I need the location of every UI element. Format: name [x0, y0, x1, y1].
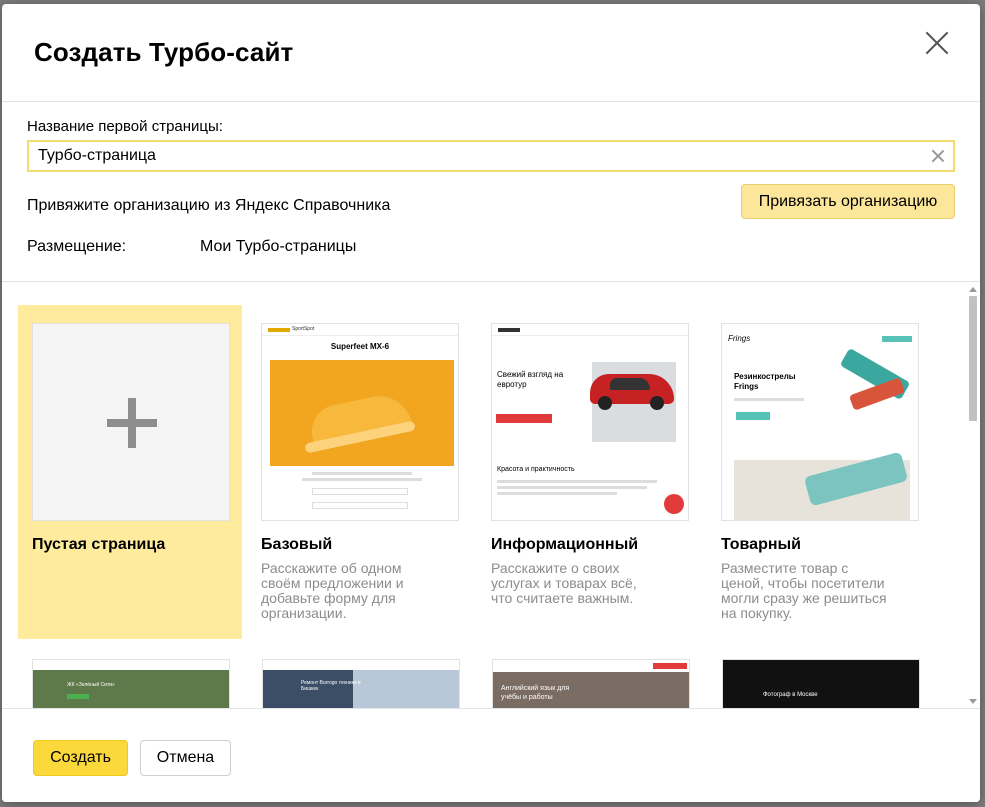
- preview-heading: Фотограф в Москве: [763, 692, 818, 698]
- dialog-form: Название первой страницы: Привяжите орга…: [2, 102, 980, 282]
- preview-heading: Английский язык для учёбы и работы: [501, 685, 570, 701]
- placement-value[interactable]: Мои Турбо-страницы: [200, 238, 356, 256]
- preview-header: SportSpot: [262, 324, 458, 336]
- preview-header: [263, 660, 459, 670]
- preview-header: [33, 660, 229, 670]
- template-card-blank[interactable]: Пустая страница: [18, 305, 242, 639]
- scrollbar-thumb[interactable]: [969, 296, 977, 421]
- preview-header: [722, 324, 918, 336]
- preview-cta: [496, 414, 552, 423]
- template-description: Расскажите об одном своём предложении и …: [261, 560, 404, 621]
- page-name-label: Название первой страницы:: [27, 118, 223, 135]
- create-turbo-site-dialog: Создать Турбо-сайт Название первой стран…: [2, 4, 980, 802]
- template-card-basic[interactable]: SportSpot Superfeet MX-6 Базовый Расскаж…: [247, 305, 471, 639]
- template-gallery[interactable]: Пустая страница SportSpot Superfeet MX-6: [2, 283, 980, 708]
- template-thumbnail: [32, 323, 230, 521]
- template-card-goods[interactable]: Frings Резинкострелы Frings Товарный Раз…: [707, 305, 931, 639]
- page-name-input[interactable]: [29, 142, 919, 170]
- preview-text-line: [312, 472, 412, 475]
- preview-text-line: [302, 478, 422, 481]
- template-thumbnail: SportSpot Superfeet MX-6: [261, 323, 459, 521]
- scroll-down-arrow-icon[interactable]: [969, 699, 977, 704]
- preview-car-wheel: [650, 396, 664, 410]
- preview-car-wheel: [598, 396, 612, 410]
- preview-cta: [67, 694, 89, 699]
- placement-label: Размещение:: [27, 238, 127, 255]
- scroll-up-arrow-icon[interactable]: [969, 287, 977, 292]
- preview-image: [270, 360, 454, 466]
- preview-form-field: [312, 488, 408, 495]
- preview-form-field: [312, 502, 408, 509]
- template-description: Разместите товар с ценой, чтобы посетите…: [721, 560, 887, 621]
- template-thumbnail-row2[interactable]: Английский язык для учёбы и работы: [492, 659, 690, 708]
- preview-text-line: [497, 492, 617, 495]
- preview-text-line: [497, 480, 657, 483]
- preview-text-line: [497, 486, 647, 489]
- template-title: Пустая страница: [32, 536, 166, 553]
- template-description: Расскажите о своих услугах и товарах всё…: [491, 560, 637, 606]
- template-title: Информационный: [491, 536, 639, 553]
- gallery-scrollbar[interactable]: [966, 283, 980, 708]
- create-button[interactable]: Создать: [33, 740, 128, 776]
- template-thumbnail: Свежий взгляд на евротур Красота и практ…: [491, 323, 689, 521]
- preview-heading: Резинкострелы Frings: [734, 372, 796, 391]
- preview-car-glass: [610, 378, 650, 390]
- link-organization-button[interactable]: Привязать организацию: [741, 184, 955, 219]
- preview-header-button: [653, 663, 687, 669]
- page-name-field: [27, 140, 955, 172]
- preview-heading: Superfeet MX-6: [330, 342, 390, 351]
- preview-logo: [268, 328, 290, 332]
- preview-header: [492, 324, 688, 336]
- clear-input-icon[interactable]: [931, 149, 945, 163]
- preview-section-title: Красота и практичность: [497, 466, 575, 473]
- preview-brand: SportSpot: [292, 326, 315, 332]
- dialog-header: Создать Турбо-сайт: [2, 4, 980, 102]
- plus-icon: [107, 398, 157, 448]
- template-title: Базовый: [261, 536, 333, 553]
- preview-brand: Frings: [728, 334, 751, 343]
- dialog-footer: Создать Отмена: [2, 708, 980, 802]
- preview-cta: [736, 412, 770, 420]
- organization-prompt: Привяжите организацию из Яндекс Справочн…: [27, 197, 391, 214]
- dialog-title: Создать Турбо-сайт: [34, 37, 294, 67]
- phone-icon: [664, 494, 684, 514]
- preview-heading: ЖК «Зелёный Сити»: [67, 682, 115, 688]
- template-thumbnail-row2[interactable]: ЖК «Зелёный Сити»: [32, 659, 230, 708]
- cancel-button[interactable]: Отмена: [140, 740, 231, 776]
- preview-text-line: [734, 398, 804, 401]
- preview-header-button: [882, 336, 912, 342]
- preview-logo: [498, 328, 520, 332]
- preview-heading: Ремонт Burrogo техники в Бишкек: [301, 680, 361, 692]
- template-thumbnail-row2[interactable]: Ремонт Burrogo техники в Бишкек: [262, 659, 460, 708]
- template-title: Товарный: [721, 536, 801, 553]
- template-card-informational[interactable]: Свежий взгляд на евротур Красота и практ…: [477, 305, 701, 639]
- close-icon[interactable]: [920, 26, 954, 60]
- preview-heading: Свежий взгляд на евротур: [497, 370, 564, 389]
- template-thumbnail-row2[interactable]: Фотограф в Москве: [722, 659, 920, 708]
- template-thumbnail: Frings Резинкострелы Frings: [721, 323, 919, 521]
